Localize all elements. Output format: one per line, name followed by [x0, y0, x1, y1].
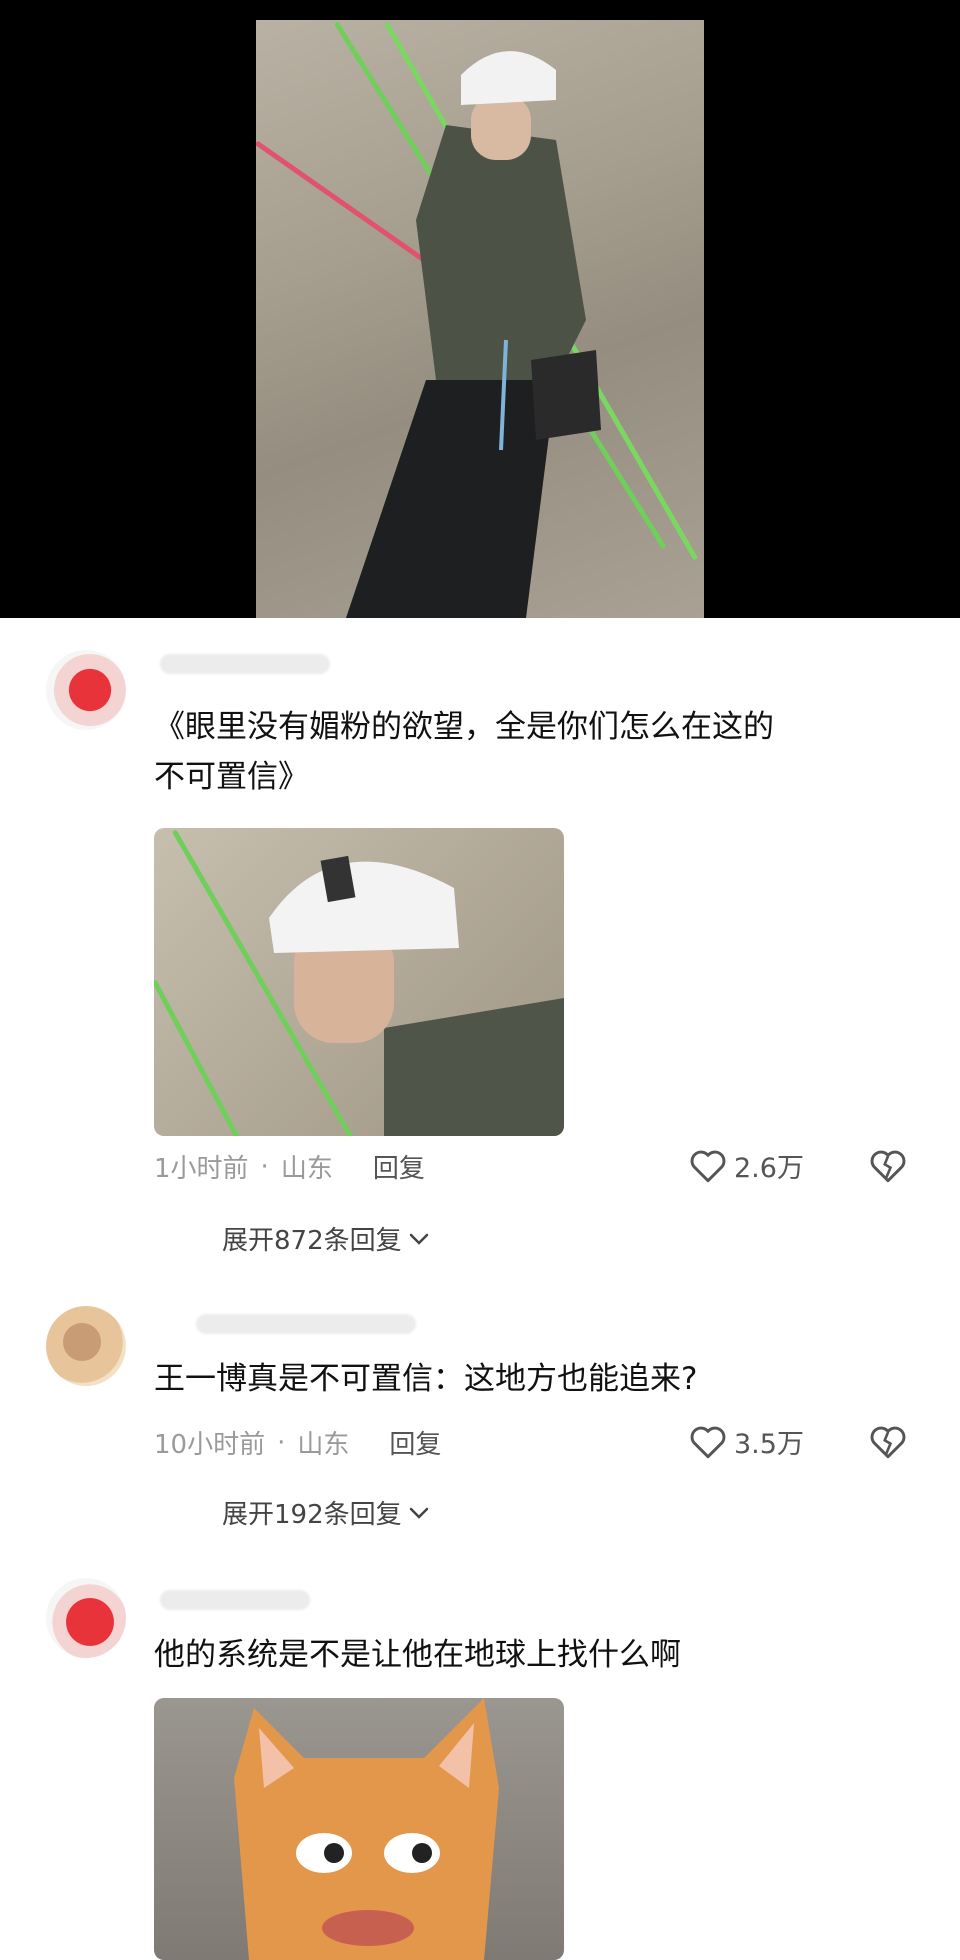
comment-text: 他的系统是不是让他在地球上找什么啊 [154, 1630, 681, 1680]
comment-text: 《眼里没有媚粉的欲望，全是你们怎么在这的 不可置信》 [154, 702, 774, 802]
comment-text-line: 不可置信》 [154, 759, 309, 795]
avatar[interactable] [46, 1306, 126, 1386]
comment-text-line: 王一博真是不可置信：这地方也能追来? [154, 1361, 698, 1397]
chevron-down-icon [409, 1507, 428, 1519]
expand-replies-label: 展开192条回复 [222, 1500, 402, 1530]
comments-panel: 《眼里没有媚粉的欲望，全是你们怎么在这的 不可置信》 1小时前 · 山东 回复 … [0, 618, 960, 1960]
heart-outline-icon [690, 1426, 726, 1458]
cat-face-meme [234, 1698, 499, 1960]
username-blurred[interactable] [160, 1590, 310, 1610]
meta-separator: · [260, 1151, 269, 1182]
comment-location: 山东 [280, 1154, 333, 1184]
dislike-button[interactable] [868, 1424, 908, 1464]
avatar[interactable] [46, 650, 126, 730]
comment-text-line: 《眼里没有媚粉的欲望，全是你们怎么在这的 [154, 709, 774, 745]
expand-replies[interactable]: 展开872条回复 [222, 1220, 430, 1257]
like-count: 3.5万 [734, 1429, 804, 1460]
broken-heart-icon [870, 1150, 906, 1183]
dislike-button[interactable] [868, 1148, 908, 1188]
comment-meta: 10小时前 · 山东 回复 [154, 1424, 441, 1461]
like-count: 2.6万 [734, 1153, 804, 1184]
username-blurred[interactable] [196, 1314, 416, 1334]
avatar[interactable] [46, 1578, 126, 1658]
climber-figure [346, 51, 601, 618]
comment-image[interactable] [154, 828, 564, 1136]
comment-meta: 1小时前 · 山东 回复 [154, 1148, 425, 1185]
comment-image[interactable] [154, 1698, 564, 1960]
comment-text: 王一博真是不可置信：这地方也能追来? [154, 1354, 697, 1404]
like-button[interactable]: 3.5万 [688, 1422, 804, 1461]
comment-location: 山东 [297, 1430, 350, 1460]
reply-button[interactable]: 回复 [389, 1424, 441, 1461]
video-player[interactable] [0, 0, 960, 618]
comment-time: 10小时前 [154, 1430, 266, 1460]
meta-separator: · [277, 1427, 286, 1458]
climber-photo [256, 20, 704, 618]
expand-replies-label: 展开872条回复 [222, 1226, 402, 1256]
expand-replies[interactable]: 展开192条回复 [222, 1494, 430, 1531]
heart-outline-icon [690, 1150, 726, 1182]
chevron-down-icon [409, 1233, 428, 1245]
like-button[interactable]: 2.6万 [688, 1146, 804, 1185]
comment-time: 1小时前 [154, 1154, 249, 1184]
comment-text-line: 他的系统是不是让他在地球上找什么啊 [154, 1637, 681, 1673]
username-blurred[interactable] [160, 654, 330, 674]
helmet-closeup [269, 855, 564, 1136]
reply-button[interactable]: 回复 [373, 1148, 425, 1185]
broken-heart-icon [870, 1426, 906, 1459]
